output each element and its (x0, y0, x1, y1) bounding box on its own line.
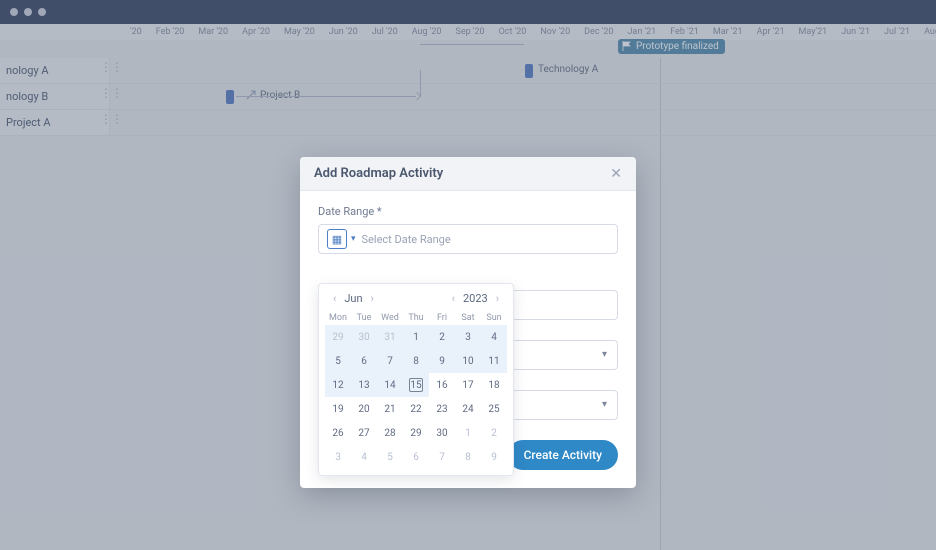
calendar-day[interactable]: 30 (351, 325, 377, 349)
calendar-day[interactable]: 15 (403, 373, 429, 397)
calendar-day[interactable]: 6 (351, 349, 377, 373)
calendar-day[interactable]: 6 (403, 445, 429, 469)
calendar-day[interactable]: 9 (481, 445, 507, 469)
calendar-day[interactable]: 3 (325, 445, 351, 469)
calendar-day[interactable]: 18 (481, 373, 507, 397)
calendar-day[interactable]: 29 (325, 325, 351, 349)
calendar-nav: ‹ Jun › ‹ 2023 › (325, 292, 507, 311)
close-icon[interactable]: ✕ (610, 166, 622, 182)
calendar-popover: ‹ Jun › ‹ 2023 › MonTueWedThuFriSatSun29… (318, 283, 514, 476)
calendar-dow: Wed (377, 311, 403, 325)
date-range-label: Date Range * (318, 205, 618, 218)
chevron-down-icon: ▾ (602, 399, 607, 410)
calendar-day[interactable]: 10 (455, 349, 481, 373)
calendar-grid: MonTueWedThuFriSatSun2930311234567891011… (325, 311, 507, 469)
calendar-day[interactable]: 16 (429, 373, 455, 397)
calendar-day[interactable]: 25 (481, 397, 507, 421)
chevron-down-icon: ▾ (602, 349, 607, 360)
calendar-day[interactable]: 11 (481, 349, 507, 373)
calendar-day[interactable]: 4 (351, 445, 377, 469)
calendar-dow: Tue (351, 311, 377, 325)
calendar-day[interactable]: 29 (403, 421, 429, 445)
calendar-year-label: 2023 (463, 292, 488, 305)
calendar-day[interactable]: 1 (455, 421, 481, 445)
calendar-dow: Thu (403, 311, 429, 325)
calendar-dow: Mon (325, 311, 351, 325)
calendar-day[interactable]: 21 (377, 397, 403, 421)
chevron-down-icon: ▾ (351, 234, 356, 244)
calendar-day[interactable]: 30 (429, 421, 455, 445)
prev-month-button[interactable]: ‹ (331, 292, 338, 305)
calendar-day[interactable]: 7 (377, 349, 403, 373)
create-activity-button[interactable]: Create Activity (508, 440, 618, 470)
calendar-day[interactable]: 17 (455, 373, 481, 397)
calendar-day[interactable]: 5 (377, 445, 403, 469)
calendar-day[interactable]: 7 (429, 445, 455, 469)
calendar-day[interactable]: 22 (403, 397, 429, 421)
calendar-day[interactable]: 8 (403, 349, 429, 373)
prev-year-button[interactable]: ‹ (450, 292, 457, 305)
calendar-day[interactable]: 23 (429, 397, 455, 421)
calendar-day[interactable]: 19 (325, 397, 351, 421)
calendar-dow: Fri (429, 311, 455, 325)
modal-body: Date Range * ▦ ▾ Select Date Range ‹ Jun… (300, 191, 636, 488)
calendar-day[interactable]: 14 (377, 373, 403, 397)
calendar-day[interactable]: 13 (351, 373, 377, 397)
calendar-month-label: Jun (344, 292, 362, 305)
calendar-day[interactable]: 12 (325, 373, 351, 397)
calendar-icon: ▦ (327, 229, 347, 249)
calendar-dow: Sun (481, 311, 507, 325)
calendar-dow: Sat (455, 311, 481, 325)
calendar-day[interactable]: 26 (325, 421, 351, 445)
date-range-input[interactable]: ▦ ▾ Select Date Range (318, 224, 618, 254)
calendar-day[interactable]: 24 (455, 397, 481, 421)
calendar-day[interactable]: 28 (377, 421, 403, 445)
calendar-day[interactable]: 8 (455, 445, 481, 469)
calendar-day[interactable]: 4 (481, 325, 507, 349)
calendar-day[interactable]: 20 (351, 397, 377, 421)
calendar-day[interactable]: 31 (377, 325, 403, 349)
date-range-placeholder: Select Date Range (362, 233, 451, 246)
calendar-day[interactable]: 2 (429, 325, 455, 349)
calendar-day[interactable]: 1 (403, 325, 429, 349)
calendar-day[interactable]: 2 (481, 421, 507, 445)
next-month-button[interactable]: › (369, 292, 376, 305)
calendar-day[interactable]: 5 (325, 349, 351, 373)
calendar-day[interactable]: 3 (455, 325, 481, 349)
calendar-day[interactable]: 9 (429, 349, 455, 373)
calendar-day[interactable]: 27 (351, 421, 377, 445)
modal-header: Add Roadmap Activity ✕ (300, 157, 636, 191)
next-year-button[interactable]: › (494, 292, 501, 305)
modal-title: Add Roadmap Activity (314, 166, 443, 181)
add-roadmap-activity-modal: Add Roadmap Activity ✕ Date Range * ▦ ▾ … (300, 157, 636, 488)
